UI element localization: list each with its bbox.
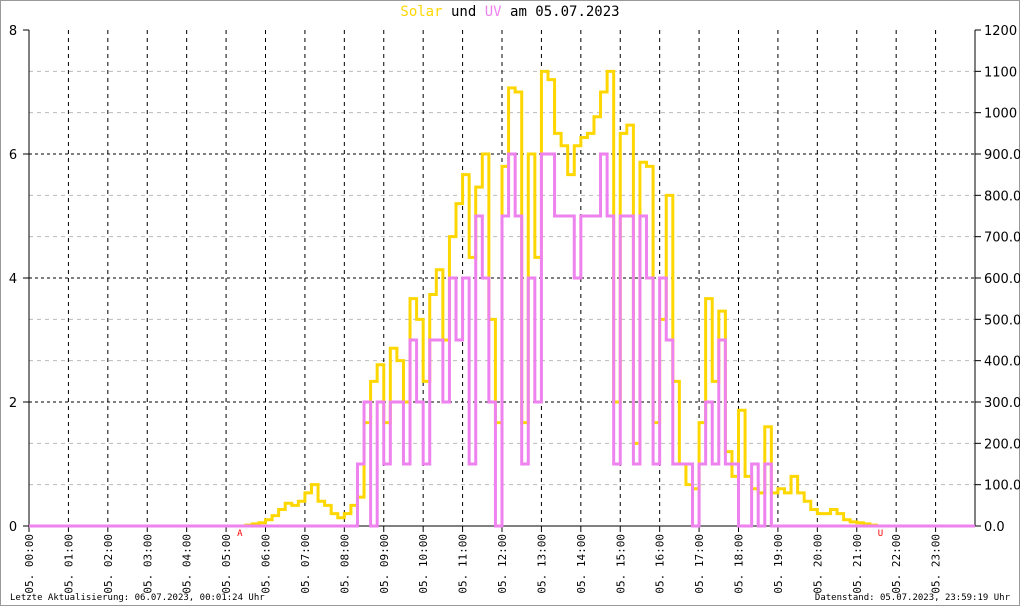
- x-tick-label: 05. 00:00: [23, 534, 36, 594]
- x-tick-label: 05. 02:00: [102, 534, 115, 594]
- right-tick-label: 100.00: [984, 479, 1020, 494]
- x-tick-label: 05. 07:00: [299, 534, 312, 594]
- right-tick-label: 500.00: [984, 313, 1020, 328]
- x-tick-label: 05. 21:00: [851, 534, 864, 594]
- right-tick-label: 1000: [984, 107, 1017, 122]
- x-tick-label: 05. 05:00: [220, 534, 233, 594]
- x-tick-label: 05. 17:00: [693, 534, 706, 594]
- x-tick-label: 05. 18:00: [733, 534, 746, 594]
- last-update-text: Letzte Aktualisierung: 06.07.2023, 00:01…: [10, 593, 265, 603]
- x-tick-label: 05. 16:00: [654, 534, 667, 594]
- x-tick-label: 05. 04:00: [181, 534, 194, 594]
- left-tick-label: 0: [9, 520, 17, 535]
- left-tick-label: 6: [9, 148, 17, 163]
- left-tick-label: 4: [9, 272, 17, 287]
- right-tick-label: 200.00: [984, 437, 1020, 452]
- x-tick-label: 05. 14:00: [575, 534, 588, 594]
- x-tick-label: 05. 20:00: [811, 534, 824, 594]
- x-tick-label: 05. 12:00: [496, 534, 509, 594]
- x-tick-label: 05. 09:00: [378, 534, 391, 594]
- right-tick-label: 800.00: [984, 189, 1020, 204]
- x-tick-label: 05. 10:00: [417, 534, 430, 594]
- marker-u: U: [878, 529, 883, 539]
- marker-a: A: [237, 529, 243, 539]
- right-tick-label: 1100: [984, 65, 1017, 80]
- right-tick-label: 400.00: [984, 355, 1020, 370]
- x-tick-label: 05. 13:00: [535, 534, 548, 594]
- x-tick-label: 05. 15:00: [614, 534, 627, 594]
- right-tick-label: 1200: [984, 24, 1017, 39]
- x-tick-label: 05. 11:00: [457, 534, 470, 594]
- x-tick-label: 05. 19:00: [772, 534, 785, 594]
- left-tick-label: 2: [9, 396, 17, 411]
- x-tick-label: 05. 01:00: [62, 534, 75, 594]
- right-tick-label: 900.00: [984, 148, 1020, 163]
- right-tick-label: 700.00: [984, 231, 1020, 246]
- data-state-text: Datenstand: 05.07.2023, 23:59:19 Uhr: [814, 593, 1010, 603]
- right-tick-label: 0.0: [984, 520, 1005, 535]
- left-tick-label: 8: [9, 24, 17, 39]
- right-tick-label: 300.00: [984, 396, 1020, 411]
- x-tick-label: 05. 23:00: [930, 534, 943, 594]
- x-tick-label: 05. 08:00: [338, 534, 351, 594]
- right-tick-label: 600.00: [984, 272, 1020, 287]
- x-tick-label: 05. 06:00: [260, 534, 273, 594]
- chart-svg: 0.0 100.00 200.00 300.00 400.00 500.00 600.00 7…: [9, 24, 1020, 594]
- x-tick-label: 05. 03:00: [141, 534, 154, 594]
- x-tick-label: 05. 22:00: [890, 534, 903, 594]
